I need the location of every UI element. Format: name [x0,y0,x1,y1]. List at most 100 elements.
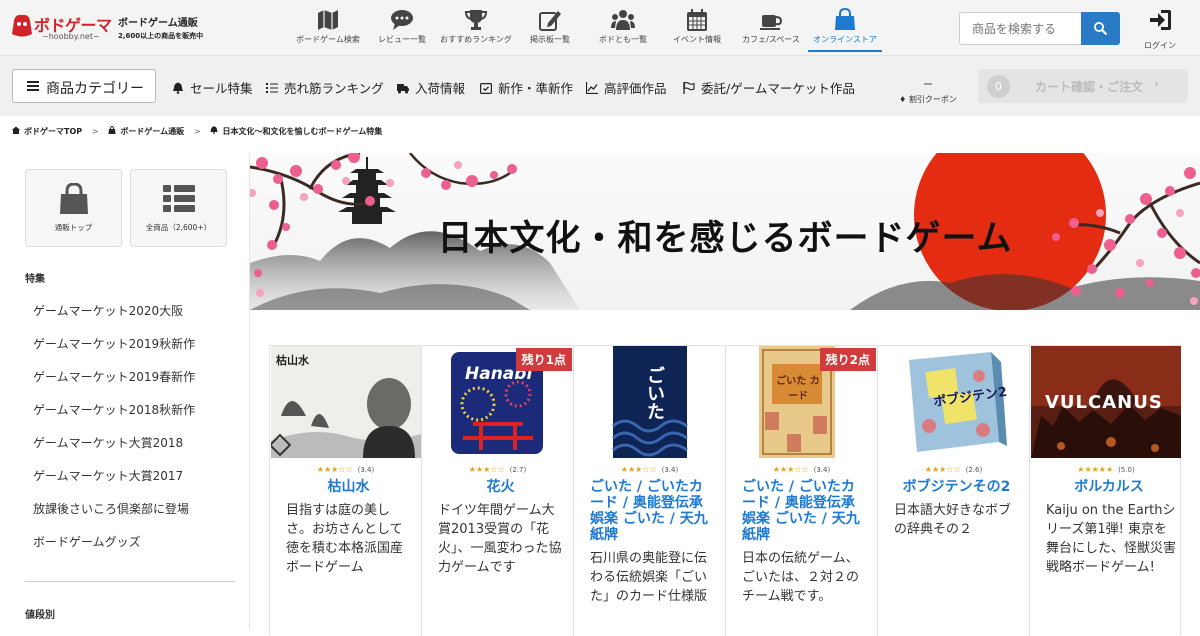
product-grid: 枯山水 ★★★☆☆ (3.4) 枯山水 目指すは庭の美しさ。お坊さんとして徳を積む… [269,345,1182,636]
subnav-top-rated[interactable]: 高評価作品 [586,78,667,97]
star-icons: ★★★☆☆ [924,465,961,474]
stock-badge: 残り1点 [515,348,572,371]
subnav-label: セール特集 [190,81,253,96]
users-icon [611,10,635,30]
rating-value: (3.4) [357,466,375,474]
product-name[interactable]: ごいた / ごいたカード / 奥能登伝承娯楽 ごいた / 天九紙牌 [742,479,867,543]
product-name[interactable]: 枯山水 [286,479,411,495]
sidebar-item-gm2019-autumn[interactable]: ゲームマーケット2019秋新作 [33,335,195,352]
product-description: 日本語大好きなボブの辞典その２ [894,503,1012,537]
product-card-vulcanus[interactable]: VULCANUS ★★★★★ (5.0) ボルカルス Kaiju on the E… [1030,346,1182,636]
list-icon [162,185,195,212]
sidebar-section-title: 値段別 [25,610,55,621]
breadcrumb-home[interactable]: ボドゲーマTOP [12,126,82,137]
sidebar-divider [25,581,235,582]
logo-mark-icon [12,14,32,37]
product-card-karesansui[interactable]: 枯山水 ★★★☆☆ (3.4) 枯山水 目指すは庭の美しさ。お坊さんとして徳を積む… [270,346,422,636]
nav-label: レビュー一覧 [378,35,426,44]
product-name[interactable]: ごいた / ごいたカード / 奥能登伝承娯楽 ごいた / 天九紙牌 [590,479,715,543]
nav-label: カフェ/スペース [742,35,800,44]
rating-value: (3.4) [813,466,831,474]
cover-title: ごいた [644,366,665,420]
product-card-goita-card[interactable]: ごいた カード 残り2点 ★★★☆☆ (3.4) ごいた / ごいたカード / 奥… [726,346,878,636]
search-input[interactable] [959,12,1081,45]
product-name[interactable]: ボルカルス [1046,479,1172,495]
sidebar-item-goods[interactable]: ボードゲームグッズ [33,533,141,550]
rating-value: (2.7) [509,466,527,474]
sidebar: 通販トップ 全商品（2,600+） 特集 ゲームマーケット2020大阪 ゲームマ… [0,153,250,630]
subnav-label: 売れ筋ランキング [284,81,384,96]
bell-icon [210,126,219,134]
sidebar-item-gm2019-spring[interactable]: ゲームマーケット2019春新作 [33,368,195,385]
list-icon [266,83,278,93]
product-image[interactable]: 枯山水 [271,346,421,458]
cart-label: カート確認・ご注文 [1035,80,1144,94]
subnav-new[interactable]: 新作・準新作 [480,78,573,97]
nav-label: ボードゲーム検索 [296,35,360,44]
subnav-label: 入荷情報 [415,81,466,96]
rating: ★★★★★ (5.0) [1030,465,1182,474]
rating-value: (3.4) [661,466,679,474]
breadcrumb: ボドゲーマTOP > ボードゲーム通販 > 日本文化～和文化を愉しむボードゲーム… [12,126,382,137]
site-logo[interactable]: ボドゲーマ ~hoobby.net~ [10,10,114,44]
breadcrumb-label: ボードゲーム通販 [120,127,185,136]
login-label: ログイン [1144,41,1176,50]
home-icon [12,126,20,134]
product-image[interactable]: ボブジテン2 [879,346,1029,458]
nav-reviews[interactable]: レビュー一覧 [372,0,432,56]
cart-count-badge: 0 [987,75,1010,98]
shopping-bag-icon [108,126,116,134]
sidebar-tile-store-top[interactable]: 通販トップ [25,169,122,247]
sidebar-tile-all-products[interactable]: 全商品（2,600+） [130,169,227,247]
coupon-count: ー [923,80,933,91]
sidebar-item-gm2020-osaka[interactable]: ゲームマーケット2020大阪 [33,302,183,319]
rating: ★★★☆☆ (3.4) [726,465,877,474]
nav-online-store[interactable]: オンラインストア [808,0,882,52]
edit-icon [539,11,561,31]
stock-badge: 残り2点 [819,348,876,371]
search-bar [959,12,1120,45]
nav-cafe[interactable]: カフェ/スペース [738,0,804,56]
bell-icon [173,82,183,94]
sign-in-icon [1150,10,1171,30]
sidebar-item-gm-award-2017[interactable]: ゲームマーケット大賞2017 [33,467,183,484]
product-card-goita[interactable]: ごいた ★★★☆☆ (3.4) ごいた / ごいたカード / 奥能登伝承娯楽 ごい… [574,346,726,636]
sidebar-item-saikoro-club[interactable]: 放課後さいころ倶楽部に登場 [33,500,189,517]
nav-label: 掲示板一覧 [530,35,570,44]
cover-title: 枯山水 [276,354,309,367]
cart-button[interactable]: 0 カート確認・ご注文 › [978,69,1188,103]
flag-icon [683,82,695,94]
top-header: ボドゲーマ ~hoobby.net~ ボードゲーム通販 2,600以上の商品を販… [0,0,1200,56]
login-button[interactable]: ログイン [1138,8,1182,51]
product-description: ドイツ年間ゲーム大賞2013受賞の「花火」、一風変わった協力ゲームです [438,503,562,575]
star-icons: ★★★★★ [1077,465,1114,474]
category-menu-button[interactable]: 商品カテゴリー [12,69,156,103]
product-image[interactable]: ごいた [575,346,725,458]
subnav-label: 委託/ゲームマーケット作品 [701,81,855,96]
product-image[interactable]: VULCANUS [1031,346,1181,458]
sidebar-item-gm-award-2018[interactable]: ゲームマーケット大賞2018 [33,434,183,451]
subnav-arrivals[interactable]: 入荷情報 [397,78,465,97]
sidebar-section-title: 特集 [25,274,45,285]
nav-bulletin[interactable]: 掲示板一覧 [522,0,578,56]
nav-friends[interactable]: ボドとも一覧 [593,0,653,56]
product-card-hanabi[interactable]: Hanabi 残り1点 ★★★☆☆ (2.7) 花火 ドイツ年間ゲーム大賞2013… [422,346,574,636]
subnav-ranking[interactable]: 売れ筋ランキング [266,78,384,97]
search-icon [1093,21,1108,36]
sidebar-item-gm2018-autumn[interactable]: ゲームマーケット2018秋新作 [33,401,195,418]
search-button[interactable] [1081,12,1120,45]
product-name[interactable]: ボブジテンその2 [894,479,1019,495]
category-menu-label: 商品カテゴリー [46,81,144,97]
breadcrumb-store[interactable]: ボードゲーム通販 [108,126,184,137]
subnav-sale[interactable]: セール特集 [172,78,253,97]
product-description: 石川県の奥能登に伝わる伝統娯楽「ごいた」のカード仕様版 [590,551,708,604]
subnav-consignment[interactable]: 委託/ゲームマーケット作品 [683,78,855,97]
feature-title: 日本文化・和を感じるボードゲーム [437,219,1013,259]
product-card-bobjiten2[interactable]: ボブジテン2 ★★★☆☆ (2.6) ボブジテンその2 日本語大好きなボブの辞典そ… [878,346,1030,636]
coupon-button[interactable]: ー ♦ 割引クーポン [893,76,963,105]
site-tagline: ボードゲーム通販 2,600以上の商品を販売中 [118,14,203,41]
nav-events[interactable]: イベント情報 [668,0,726,56]
nav-ranking[interactable]: おすすめランキング [437,0,515,56]
product-name[interactable]: 花火 [438,479,563,495]
nav-boardgame-search[interactable]: ボードゲーム検索 [290,0,366,56]
